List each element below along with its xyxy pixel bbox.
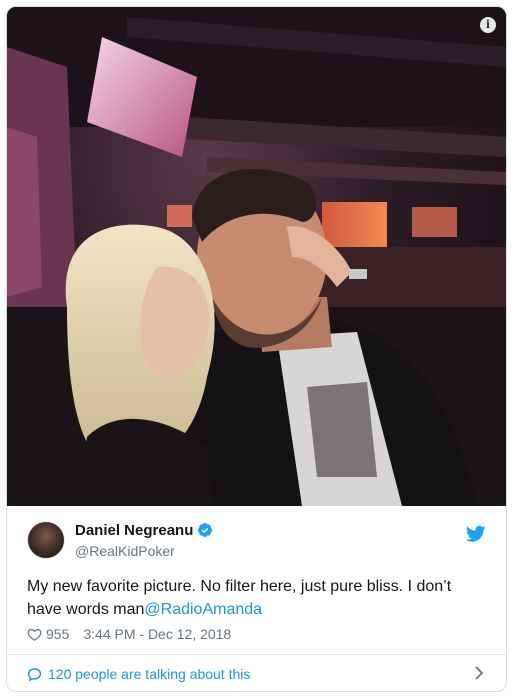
conversation-link[interactable]: 120 people are talking about this: [27, 663, 486, 685]
conversation-label[interactable]: 120 people are talking about this: [48, 666, 250, 682]
embedded-tweet-card[interactable]: i Daniel Negreanu @RealKidPoker My new f…: [6, 6, 507, 692]
divider: [7, 654, 506, 655]
mention-link[interactable]: @RadioAmanda: [144, 601, 262, 618]
tweet-author[interactable]: Daniel Negreanu @RealKidPoker: [27, 521, 490, 561]
speech-bubble-icon: [27, 667, 42, 681]
twitter-bird-icon[interactable]: [466, 525, 486, 543]
info-icon[interactable]: i: [480, 17, 496, 33]
tweet-photo[interactable]: i: [7, 7, 506, 506]
heart-icon[interactable]: [27, 627, 42, 642]
author-name[interactable]: Daniel Negreanu: [75, 522, 213, 539]
timestamp[interactable]: 3:44 PM - Dec 12, 2018: [83, 626, 231, 642]
avatar[interactable]: [27, 521, 65, 559]
like-count[interactable]: 955: [46, 626, 69, 642]
verified-badge-icon: [198, 523, 213, 537]
chevron-right-icon[interactable]: [474, 666, 484, 680]
author-handle[interactable]: @RealKidPoker: [75, 543, 175, 559]
tweet-meta: 955 3:44 PM - Dec 12, 2018: [27, 625, 231, 643]
author-name-text[interactable]: Daniel Negreanu: [75, 522, 193, 539]
tweet-text: My new favorite picture. No filter here,…: [27, 575, 477, 621]
photo-illustration: [7, 7, 506, 506]
